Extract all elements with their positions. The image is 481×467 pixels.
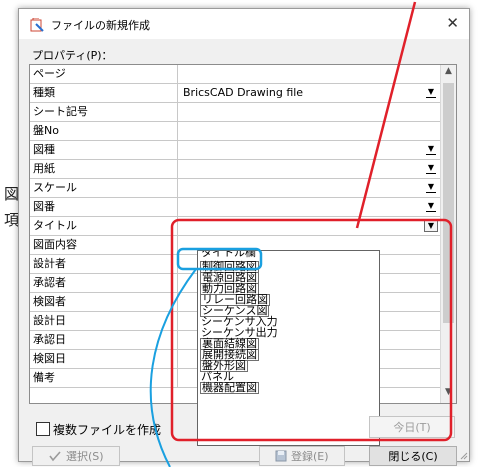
annotation-overlay	[149, 1, 453, 467]
red-annotation-arrow	[355, 1, 417, 229]
blue-annotation-box	[176, 247, 263, 271]
red-annotation-box	[170, 218, 453, 442]
